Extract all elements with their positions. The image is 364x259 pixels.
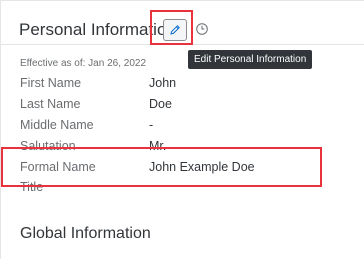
personal-information-card: Personal Information Edit Personal Infor… [0,0,364,259]
edit-tooltip: Edit Personal Information [188,50,313,69]
last-name-label: Last Name [20,97,81,111]
pencil-icon [170,25,180,35]
card-header: Personal Information [1,1,364,45]
salutation-label: Salutation [20,139,76,153]
formal-name-label: Formal Name [20,160,96,174]
global-information-title: Global Information [20,225,151,242]
effective-date: Effective as of: Jan 26, 2022 [20,58,147,69]
first-name-label: First Name [20,76,82,90]
formal-name-value: John Example Doe [149,160,255,174]
middle-name-label: Middle Name [20,118,94,132]
title-label: Title [20,180,44,194]
edit-personal-information-button[interactable] [163,19,187,41]
last-name-value: Doe [149,97,172,111]
clock-icon[interactable] [195,22,209,36]
middle-name-value: - [149,118,154,132]
first-name-value: John [149,76,177,90]
salutation-value: Mr. [149,139,167,153]
card-title: Personal Information [19,20,176,39]
